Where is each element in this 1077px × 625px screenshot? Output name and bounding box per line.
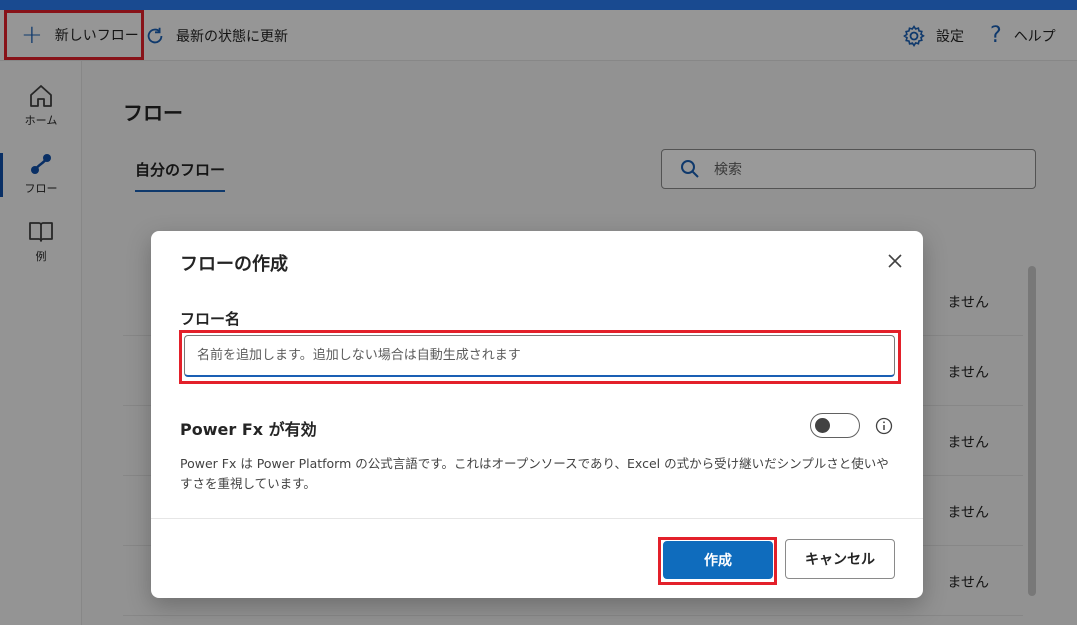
dialog-title: フローの作成 [180, 254, 288, 275]
flow-name-label: フロー名 [180, 310, 241, 328]
cancel-button[interactable]: キャンセル [785, 539, 895, 579]
flow-name-input[interactable] [184, 335, 895, 377]
powerfx-description: Power Fx は Power Platform の公式言語です。これはオープ… [180, 456, 889, 491]
create-button[interactable]: 作成 [663, 541, 773, 579]
info-icon[interactable] [875, 417, 893, 435]
powerfx-label: Power Fx が有効 [180, 420, 317, 439]
create-flow-dialog: フローの作成 フロー名 Power Fx が有効 Power Fx は Powe… [151, 231, 923, 598]
close-icon[interactable] [885, 251, 905, 271]
toggle-knob [815, 418, 830, 433]
dialog-divider [151, 518, 923, 519]
powerfx-toggle[interactable] [810, 413, 860, 438]
